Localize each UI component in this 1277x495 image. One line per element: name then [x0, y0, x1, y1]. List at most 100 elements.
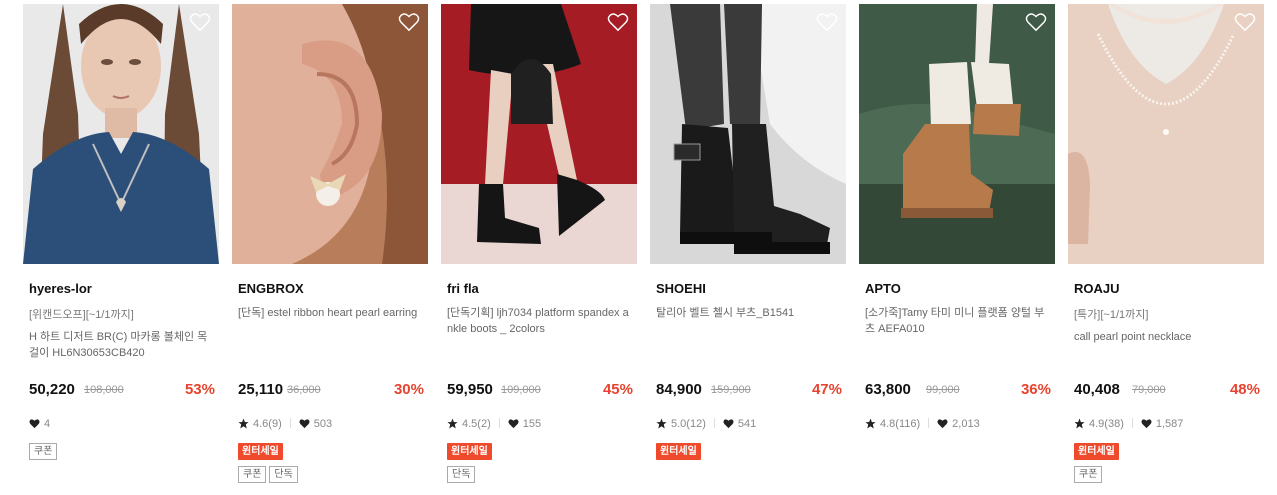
like-count: 155	[522, 418, 542, 430]
promo-tag: [특가][~1/1까지]	[1074, 309, 1149, 321]
star-icon	[656, 418, 667, 429]
like-count: 2,013	[952, 418, 980, 430]
product-meta: 4.8(116) 2,013	[865, 418, 980, 434]
product-card[interactable]: APTO [소가죽]Tamy 타미 미니 플랫폼 양털 부츠 AEFA010 6…	[859, 4, 1055, 492]
brand-name[interactable]: hyeres-lor	[29, 281, 92, 296]
price-row: 59,950 109,000 45%	[447, 381, 633, 401]
sale-price: 40,408	[1074, 381, 1120, 398]
winter-sale-badge: 윈터세일	[656, 443, 701, 460]
original-price: 109,000	[501, 384, 541, 396]
rating: 4.8(116)	[880, 418, 921, 430]
discount-rate: 30%	[393, 381, 424, 398]
chelsea-boots-photo	[650, 4, 846, 264]
price-row: 25,110 36,000 30%	[238, 381, 424, 401]
product-title[interactable]: [소가죽]Tamy 타미 미니 플랫폼 양털 부츠 AEFA010	[865, 305, 1051, 337]
platform-sheepskin-boots-photo	[859, 4, 1055, 264]
discount-rate: 53%	[184, 381, 215, 398]
brand-name[interactable]: APTO	[865, 281, 901, 296]
like-count: 503	[313, 418, 333, 430]
badges: 윈터세일	[238, 441, 283, 460]
badges: 윈터세일	[656, 441, 701, 460]
brand-name[interactable]: fri fla	[447, 281, 479, 296]
star-icon	[1074, 418, 1085, 429]
badges: 윈터세일	[1074, 441, 1119, 460]
product-meta: 5.0(12) 541	[656, 418, 756, 434]
wishlist-heart-icon[interactable]	[1025, 12, 1047, 32]
badges: 쿠폰	[1074, 464, 1105, 483]
star-icon	[865, 418, 876, 429]
exclusive-badge: 단독	[447, 466, 476, 483]
badges: 윈터세일	[447, 441, 492, 460]
product-image[interactable]	[650, 4, 846, 264]
heart-filled-icon	[29, 419, 40, 429]
product-image[interactable]	[441, 4, 637, 264]
heart-filled-icon	[1141, 419, 1152, 429]
product-meta: 4	[29, 418, 50, 434]
sale-price: 63,800	[865, 381, 911, 398]
star-icon	[238, 418, 249, 429]
like-count: 541	[737, 418, 757, 430]
like-count: 4	[44, 418, 51, 430]
sale-price: 25,110	[238, 381, 284, 398]
product-title[interactable]: [단독기획] ljh7034 platform spandex ankle bo…	[447, 305, 633, 337]
product-image[interactable]	[859, 4, 1055, 264]
original-price: 99,000	[926, 384, 960, 396]
price-row: 40,408 79,000 48%	[1074, 381, 1260, 401]
discount-rate: 45%	[602, 381, 633, 398]
product-image[interactable]	[232, 4, 428, 264]
star-icon	[447, 418, 458, 429]
discount-rate: 36%	[1020, 381, 1051, 398]
like-count: 1,587	[1155, 418, 1184, 430]
rating: 4.6(9)	[253, 418, 282, 430]
product-title[interactable]: H 하트 디저트 BR(C) 마카롱 볼체인 목걸이 HL6N30653CB42…	[29, 329, 215, 361]
heart-filled-icon	[508, 419, 519, 429]
product-grid: hyeres-lor [위캔드오프][~1/1까지] H 하트 디저트 BR(C…	[0, 0, 1277, 495]
wishlist-heart-icon[interactable]	[189, 12, 211, 32]
woman-heart-necklace-photo	[23, 4, 219, 264]
wishlist-heart-icon[interactable]	[1234, 12, 1256, 32]
sale-price: 50,220	[29, 381, 75, 398]
winter-sale-badge: 윈터세일	[1074, 443, 1119, 460]
winter-sale-badge: 윈터세일	[447, 443, 492, 460]
original-price: 159,900	[711, 384, 751, 396]
heart-filled-icon	[937, 419, 948, 429]
badges: 쿠폰	[29, 441, 60, 460]
original-price: 79,000	[1132, 384, 1166, 396]
badges: 쿠폰 단독	[238, 464, 301, 483]
brand-name[interactable]: ROAJU	[1074, 281, 1120, 296]
heart-filled-icon	[299, 419, 310, 429]
badges: 단독	[447, 464, 478, 483]
product-card[interactable]: hyeres-lor [위캔드오프][~1/1까지] H 하트 디저트 BR(C…	[23, 4, 219, 492]
wishlist-heart-icon[interactable]	[398, 12, 420, 32]
product-meta: 4.5(2) 155	[447, 418, 541, 434]
original-price: 108,000	[84, 384, 124, 396]
discount-rate: 48%	[1229, 381, 1260, 398]
exclusive-badge: 단독	[269, 466, 298, 483]
price-row: 84,900 159,900 47%	[656, 381, 842, 401]
heart-filled-icon	[723, 419, 734, 429]
product-title[interactable]: 탈리아 벨트 첼시 부츠_B1541	[656, 305, 842, 321]
wishlist-heart-icon[interactable]	[607, 12, 629, 32]
product-title[interactable]: [단독] estel ribbon heart pearl earring	[238, 305, 424, 321]
brand-name[interactable]: ENGBROX	[238, 281, 304, 296]
coupon-badge: 쿠폰	[29, 443, 58, 460]
discount-rate: 47%	[811, 381, 842, 398]
product-image[interactable]	[1068, 4, 1264, 264]
price-row: 63,800 99,000 36%	[865, 381, 1051, 401]
product-card[interactable]: SHOEHI 탈리아 벨트 첼시 부츠_B1541 84,900 159,900…	[650, 4, 846, 492]
winter-sale-badge: 윈터세일	[238, 443, 283, 460]
product-title[interactable]: call pearl point necklace	[1074, 329, 1260, 345]
rating: 4.5(2)	[462, 418, 491, 430]
ear-pearl-ribbon-earring-photo	[232, 4, 428, 264]
product-card[interactable]: ENGBROX [단독] estel ribbon heart pearl ea…	[232, 4, 428, 492]
product-card[interactable]: fri fla [단독기획] ljh7034 platform spandex …	[441, 4, 637, 492]
brand-name[interactable]: SHOEHI	[656, 281, 706, 296]
pearl-necklace-photo	[1068, 4, 1264, 264]
product-card[interactable]: ROAJU [특가][~1/1까지] call pearl point neck…	[1068, 4, 1264, 492]
sale-price: 84,900	[656, 381, 702, 398]
sale-price: 59,950	[447, 381, 493, 398]
wishlist-heart-icon[interactable]	[816, 12, 838, 32]
product-meta: 4.6(9) 503	[238, 418, 332, 434]
coupon-badge: 쿠폰	[1074, 466, 1103, 483]
product-image[interactable]	[23, 4, 219, 264]
